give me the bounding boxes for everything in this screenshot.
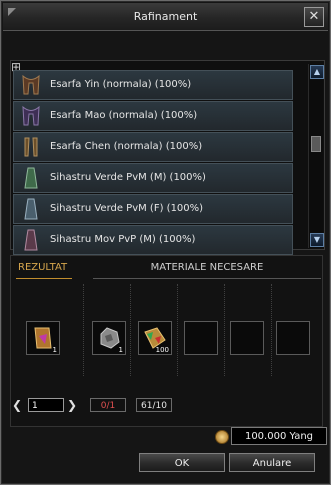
materials-divider <box>93 278 321 279</box>
material-qty: 1 <box>118 346 123 354</box>
scroll-thumb[interactable] <box>311 136 321 152</box>
yang-cost: 100.000 Yang <box>231 427 327 445</box>
scarf-icon <box>24 137 38 157</box>
material-slot-empty[interactable] <box>276 321 310 355</box>
attempt-count: 61/10 <box>136 398 172 412</box>
costume-icon <box>24 167 38 189</box>
costume-icon <box>24 229 38 251</box>
list-item[interactable]: Esarfa Yin (normala) (100%) <box>13 70 293 100</box>
cancel-button[interactable]: Anulare <box>229 453 315 472</box>
title-bar[interactable]: Rafinament ✕ <box>3 3 328 31</box>
prev-page-button[interactable]: ❮ <box>12 398 22 412</box>
scarf-icon <box>22 74 40 95</box>
close-button[interactable]: ✕ <box>304 7 324 27</box>
material-qty: 100 <box>155 346 169 354</box>
material-slot[interactable]: 100 <box>138 321 172 355</box>
scroll-up-button[interactable]: ▲ <box>310 65 324 79</box>
material-slot-empty[interactable] <box>184 321 218 355</box>
list-item[interactable]: Esarfa Mao (normala) (100%) <box>13 101 293 131</box>
list-item[interactable]: Sihastru Verde PvM (M) (100%) <box>13 163 293 193</box>
next-page-button[interactable]: ❯ <box>67 398 77 412</box>
column-divider <box>224 284 225 376</box>
scarf-icon <box>22 105 40 126</box>
list-item[interactable]: Esarfa Chen (normala) (100%) <box>13 132 293 162</box>
list-item-label: Esarfa Mao (normala) (100%) <box>50 110 198 121</box>
success-count: 0/1 <box>90 398 126 412</box>
recipe-list: Esarfa Yin (normala) (100%) Esarfa Mao (… <box>13 70 293 256</box>
window-title: Rafinament <box>133 10 198 23</box>
page-input[interactable]: 1 <box>28 398 64 412</box>
material-slot[interactable]: 1 <box>92 321 126 355</box>
list-item[interactable]: Sihastru Mov PvP (M) (100%) <box>13 225 293 255</box>
scroll-down-button[interactable]: ▼ <box>310 233 324 247</box>
costume-icon <box>24 198 38 220</box>
yang-coin-icon <box>215 430 229 444</box>
result-label: REZULTAT <box>18 262 68 273</box>
list-item-label: Esarfa Chen (normala) (100%) <box>50 141 203 152</box>
list-item-label: Sihastru Verde PvM (M) (100%) <box>50 172 206 183</box>
list-item-label: Sihastru Mov PvP (M) (100%) <box>50 234 196 245</box>
column-divider <box>271 284 272 376</box>
material-slot-empty[interactable] <box>230 321 264 355</box>
column-divider <box>177 284 178 376</box>
ok-button[interactable]: OK <box>139 453 225 472</box>
result-slot[interactable]: 1 <box>26 321 60 355</box>
column-divider <box>130 284 131 376</box>
column-divider <box>83 284 84 376</box>
materials-label: MATERIALE NECESARE <box>150 262 264 273</box>
result-qty: 1 <box>52 346 57 354</box>
list-scrollbar[interactable]: ▲ ▼ <box>308 64 324 248</box>
result-divider <box>16 278 72 279</box>
list-item-label: Esarfa Yin (normala) (100%) <box>50 79 192 90</box>
list-item[interactable]: Sihastru Verde PvM (F) (100%) <box>13 194 293 224</box>
list-item-label: Sihastru Verde PvM (F) (100%) <box>50 203 204 214</box>
